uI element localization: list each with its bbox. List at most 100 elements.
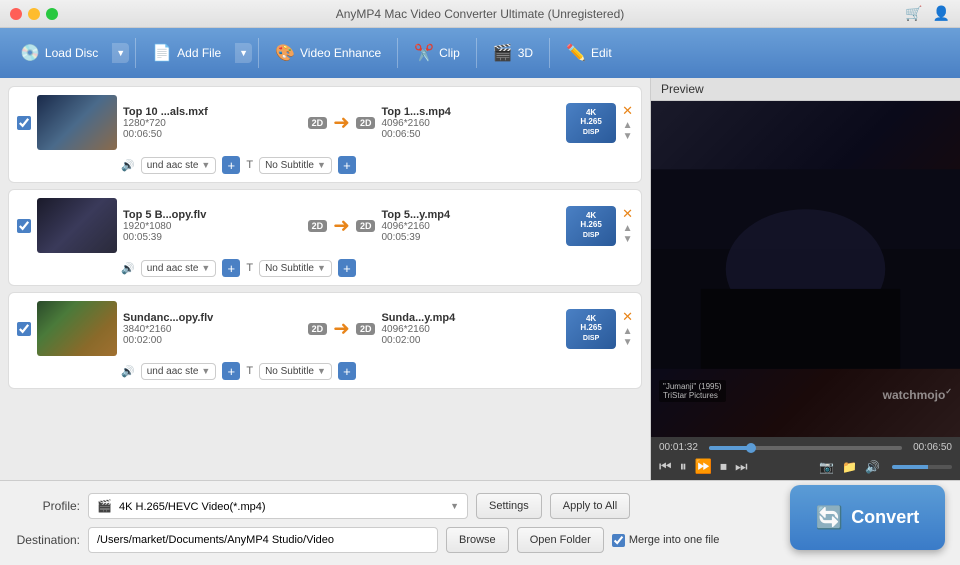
remove-file-1-button[interactable]: ✕: [622, 104, 633, 117]
move-up-1-button[interactable]: ▲: [623, 120, 633, 131]
subtitle-select-2[interactable]: No Subtitle ▼: [259, 260, 332, 277]
add-audio-3-button[interactable]: +: [222, 362, 240, 380]
file-checkbox-1[interactable]: [17, 116, 31, 130]
progress-bar[interactable]: [709, 446, 902, 450]
source-badge-2: 2D: [308, 220, 328, 232]
file-thumbnail-3: [37, 301, 117, 356]
preview-overlay: "Jumanji" (1995)TriStar Pictures: [659, 380, 726, 402]
add-file-dropdown[interactable]: ▼: [235, 43, 252, 63]
remove-file-2-button[interactable]: ✕: [622, 207, 633, 220]
file-info-3: Sundanc...opy.flv 3840*2160 00:02:00 2D …: [123, 309, 616, 349]
source-dur-3: 00:02:00: [123, 335, 302, 346]
file-item-2-top: Top 5 B...opy.flv 1920*1080 00:05:39 2D …: [17, 198, 633, 253]
output-badge-2[interactable]: 4KH.265DISP: [566, 206, 616, 246]
load-disc-button[interactable]: 💿 Load Disc: [10, 38, 108, 68]
move-up-2-button[interactable]: ▲: [623, 223, 633, 234]
move-up-3-button[interactable]: ▲: [623, 326, 633, 337]
profile-select[interactable]: 🎬 4K H.265/HEVC Video(*.mp4) ▼: [88, 493, 468, 519]
browse-button[interactable]: Browse: [446, 527, 509, 553]
preview-timeline: 00:01:32 00:06:50: [659, 442, 952, 453]
subtitle-icon-2: T: [246, 262, 253, 274]
add-audio-1-button[interactable]: +: [222, 156, 240, 174]
remove-file-3-button[interactable]: ✕: [622, 310, 633, 323]
profile-select-icon: 🎬: [97, 499, 112, 513]
3d-button[interactable]: 🎬 3D: [483, 38, 543, 68]
progress-thumb: [746, 443, 756, 453]
add-subtitle-2-button[interactable]: +: [338, 259, 356, 277]
preview-panel: Preview "Jumanji" (1995)TriStar Pictures…: [650, 78, 960, 480]
video-enhance-button[interactable]: 🎨 Video Enhance: [265, 38, 391, 68]
cart-icon[interactable]: 🛒: [905, 5, 922, 22]
source-badge-1: 2D: [308, 117, 328, 129]
output-badge-3[interactable]: 4KH.265DISP: [566, 309, 616, 349]
settings-button[interactable]: Settings: [476, 493, 542, 519]
video-enhance-icon: 🎨: [275, 43, 295, 63]
edit-button[interactable]: ✏️ Edit: [556, 38, 622, 68]
updown-3: ▲ ▼: [623, 326, 633, 348]
subtitle-select-3[interactable]: No Subtitle ▼: [259, 363, 332, 380]
add-file-button[interactable]: 📄 Add File: [142, 38, 231, 68]
move-down-3-button[interactable]: ▼: [623, 337, 633, 348]
source-dur-1: 00:06:50: [123, 129, 302, 140]
preview-buttons: ⏮ ⏸ ⏩ ⏹ ⏭ 📷 📁 🔊: [659, 458, 952, 475]
skip-back-button[interactable]: ⏮: [659, 458, 672, 475]
load-disc-dropdown[interactable]: ▼: [112, 43, 129, 63]
file-info-2: Top 5 B...opy.flv 1920*1080 00:05:39 2D …: [123, 206, 616, 246]
file-item-3-bottom: 🔊 und aac ste ▼ + T No Subtitle ▼ +: [121, 362, 633, 380]
volume-bar[interactable]: [892, 465, 952, 469]
file-item-2-bottom: 🔊 und aac ste ▼ + T No Subtitle ▼ +: [121, 259, 633, 277]
add-subtitle-3-button[interactable]: +: [338, 362, 356, 380]
screenshot-button[interactable]: 📷: [819, 460, 834, 474]
merge-checkbox[interactable]: [612, 534, 625, 547]
fast-forward-button[interactable]: ⏩: [695, 458, 712, 475]
dest-res-3: 4096*2160: [381, 324, 560, 335]
profile-label: Profile:: [15, 499, 80, 513]
preview-controls: 00:01:32 00:06:50 ⏮ ⏸ ⏩ ⏹ ⏭ 📷 📁 🔊: [651, 437, 960, 480]
file-checkbox-2[interactable]: [17, 219, 31, 233]
window-title: AnyMP4 Mac Video Converter Ultimate (Unr…: [336, 7, 625, 21]
skip-forward-button[interactable]: ⏭: [735, 458, 748, 475]
stop-button[interactable]: ⏹: [720, 458, 727, 475]
subtitle-icon-1: T: [246, 159, 253, 171]
pause-button[interactable]: ⏸: [680, 458, 687, 475]
title-bar: AnyMP4 Mac Video Converter Ultimate (Unr…: [0, 0, 960, 28]
toolbar-divider-2: [258, 38, 259, 68]
clip-button[interactable]: ✂️ Clip: [404, 38, 470, 68]
file-thumbnail-1: [37, 95, 117, 150]
window-controls[interactable]: [10, 8, 58, 20]
dest-name-3: Sunda...y.mp4: [381, 312, 560, 324]
move-down-1-button[interactable]: ▼: [623, 131, 633, 142]
output-badge-1[interactable]: 4KH.265DISP: [566, 103, 616, 143]
audio-select-3[interactable]: und aac ste ▼: [141, 363, 217, 380]
audio-icon-1: 🔊: [121, 159, 135, 172]
profile-icon[interactable]: 👤: [933, 5, 950, 22]
move-down-2-button[interactable]: ▼: [623, 234, 633, 245]
dest-dur-2: 00:05:39: [381, 232, 560, 243]
apply-all-button[interactable]: Apply to All: [550, 493, 630, 519]
file-dest-2: Top 5...y.mp4 4096*2160 00:05:39: [381, 209, 560, 243]
audio-select-1[interactable]: und aac ste ▼: [141, 157, 217, 174]
source-res-1: 1280*720: [123, 118, 302, 129]
add-subtitle-1-button[interactable]: +: [338, 156, 356, 174]
close-button[interactable]: [10, 8, 22, 20]
open-folder-button[interactable]: Open Folder: [517, 527, 604, 553]
convert-arrow-1: ➜: [333, 110, 350, 135]
source-name-3: Sundanc...opy.flv: [123, 312, 302, 324]
maximize-button[interactable]: [46, 8, 58, 20]
folder-button[interactable]: 📁: [842, 460, 857, 474]
toolbar: 💿 Load Disc ▼ 📄 Add File ▼ 🎨 Video Enhan…: [0, 28, 960, 78]
audio-select-2[interactable]: und aac ste ▼: [141, 260, 217, 277]
convert-button[interactable]: 🔄 Convert: [790, 485, 945, 550]
file-dest-3: Sunda...y.mp4 4096*2160 00:02:00: [381, 312, 560, 346]
add-audio-2-button[interactable]: +: [222, 259, 240, 277]
time-total: 00:06:50: [910, 442, 952, 453]
volume-button[interactable]: 🔊: [865, 460, 880, 474]
subtitle-select-1[interactable]: No Subtitle ▼: [259, 157, 332, 174]
dest-res-2: 4096*2160: [381, 221, 560, 232]
file-checkbox-3[interactable]: [17, 322, 31, 336]
file-actions-2: ✕ ▲ ▼: [622, 207, 633, 245]
minimize-button[interactable]: [28, 8, 40, 20]
destination-input[interactable]: [88, 527, 438, 553]
dest-badge-2: 2D: [356, 220, 376, 232]
merge-checkbox-label[interactable]: Merge into one file: [612, 534, 720, 547]
